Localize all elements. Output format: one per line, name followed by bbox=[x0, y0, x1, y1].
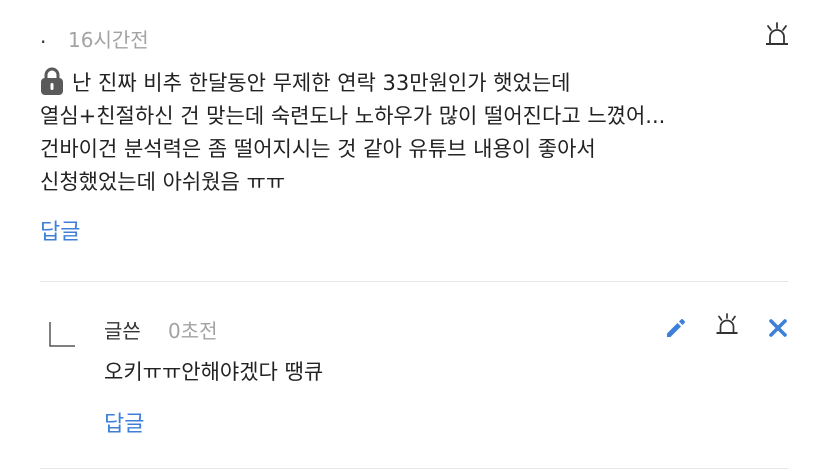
reply-button[interactable]: 답글 bbox=[40, 214, 80, 246]
report-siren-icon[interactable] bbox=[764, 22, 790, 50]
delete-close-icon[interactable] bbox=[767, 317, 789, 339]
comment-body-line: 난 진짜 비추 한달동안 무제한 연락 33만원인가 햇었는데 bbox=[40, 66, 810, 100]
comment-body-line: 열심+친절하신 건 맞는데 숙련도나 노하우가 많이 떨어진다고 느꼈어... bbox=[40, 104, 666, 128]
divider bbox=[40, 468, 788, 469]
comment-body-line: 신청했었는데 아쉬웠음 ㅠㅠ bbox=[40, 170, 286, 194]
reply-author: 글쓴 bbox=[104, 319, 141, 343]
edit-pencil-icon[interactable] bbox=[664, 316, 688, 340]
comment-body: 난 진짜 비추 한달동안 무제한 연락 33만원인가 햇었는데 열심+친절하신 … bbox=[40, 66, 810, 199]
divider bbox=[40, 281, 788, 282]
comment-author: . bbox=[40, 24, 47, 48]
reply-indent-icon bbox=[48, 320, 76, 348]
comment-body-line: 건바이건 분석력은 좀 떨어지시는 것 같아 유튜브 내용이 좋아서 bbox=[40, 137, 596, 161]
comment-timestamp: 16시간전 bbox=[68, 28, 149, 52]
lock-icon bbox=[40, 66, 64, 96]
reply-button[interactable]: 답글 bbox=[104, 406, 144, 438]
comment-body-text: 난 진짜 비추 한달동안 무제한 연락 33만원인가 햇었는데 bbox=[72, 71, 571, 95]
report-siren-icon[interactable] bbox=[715, 313, 739, 339]
reply-timestamp: 0초전 bbox=[168, 319, 218, 343]
reply-body: 오키ㅠㅠ안해야겠다 땡큐 bbox=[104, 360, 324, 384]
